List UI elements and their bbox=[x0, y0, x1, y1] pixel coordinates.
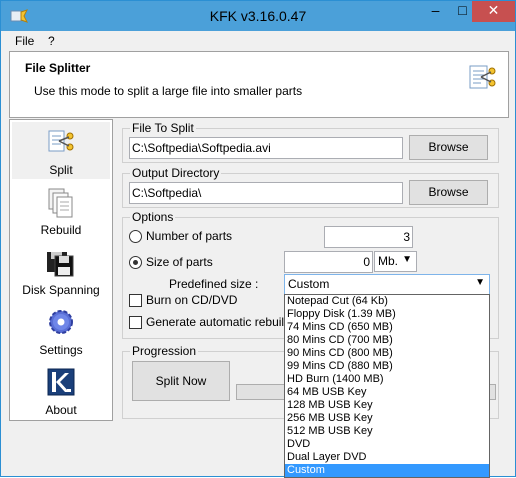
sidebar-item-label: Disk Spanning bbox=[22, 283, 100, 297]
mode-description: Use this mode to split a large file into… bbox=[34, 84, 303, 98]
sidebar-item-settings[interactable]: Settings bbox=[12, 302, 110, 359]
dropdown-option[interactable]: HD Burn (1400 MB) bbox=[285, 373, 489, 386]
predefined-size-dropdown: Notepad Cut (64 Kb) Floppy Disk (1.39 MB… bbox=[284, 294, 490, 478]
app-window: KFK v3.16.0.47 – □ ✕ File ? File Splitte… bbox=[0, 0, 516, 478]
sidebar-item-split[interactable]: Split bbox=[12, 122, 110, 179]
size-of-parts-label: Size of parts bbox=[146, 255, 213, 269]
menu-file[interactable]: File bbox=[15, 34, 34, 48]
sidebar-item-label: Rebuild bbox=[40, 223, 82, 237]
number-of-parts-label: Number of parts bbox=[146, 229, 233, 243]
output-directory-input[interactable]: C:\Softpedia\ bbox=[129, 182, 403, 204]
burn-label: Burn on CD/DVD bbox=[146, 293, 238, 307]
dropdown-option[interactable]: 64 MB USB Key bbox=[285, 386, 489, 399]
split-icon bbox=[48, 130, 74, 152]
sidebar-item-rebuild[interactable]: Rebuild bbox=[12, 182, 110, 239]
predefined-size-value: Custom bbox=[288, 277, 330, 291]
documents-icon bbox=[48, 188, 73, 218]
dropdown-option[interactable]: 256 MB USB Key bbox=[285, 412, 489, 425]
split-icon bbox=[469, 65, 496, 89]
dropdown-option[interactable]: Dual Layer DVD bbox=[285, 451, 489, 464]
sidebar-item-label: About bbox=[45, 403, 77, 417]
floppy-disk-icon bbox=[47, 252, 74, 277]
size-unit-select[interactable]: Mb. ▼ bbox=[374, 251, 417, 272]
file-to-split-label: File To Split bbox=[130, 121, 196, 135]
burn-checkbox[interactable] bbox=[129, 294, 142, 307]
dropdown-option[interactable]: 74 Mins CD (650 MB) bbox=[285, 321, 489, 334]
dropdown-option[interactable]: Floppy Disk (1.39 MB) bbox=[285, 308, 489, 321]
close-button[interactable]: ✕ bbox=[472, 1, 515, 22]
dropdown-option[interactable]: 512 MB USB Key bbox=[285, 425, 489, 438]
browse-output-button[interactable]: Browse bbox=[409, 180, 488, 205]
browse-file-button[interactable]: Browse bbox=[409, 135, 488, 160]
dropdown-option[interactable]: Notepad Cut (64 Kb) bbox=[285, 295, 489, 308]
mode-title: File Splitter bbox=[25, 61, 91, 75]
dropdown-option[interactable]: 99 Mins CD (880 MB) bbox=[285, 360, 489, 373]
about-icon bbox=[47, 368, 75, 396]
dropdown-option[interactable]: DVD bbox=[285, 438, 489, 451]
size-of-parts-radio[interactable] bbox=[129, 256, 142, 269]
chevron-down-icon: ▼ bbox=[475, 277, 485, 288]
predefined-size-label: Predefined size : bbox=[169, 277, 259, 291]
sidebar-item-disk-spanning[interactable]: Disk Spanning bbox=[12, 242, 110, 299]
gear-icon bbox=[49, 310, 73, 334]
title-bar[interactable]: KFK v3.16.0.47 – □ ✕ bbox=[1, 1, 515, 31]
dropdown-option-selected[interactable]: Custom bbox=[285, 464, 489, 477]
mode-header: File Splitter Use this mode to split a l… bbox=[9, 51, 509, 118]
sidebar-item-about[interactable]: About bbox=[12, 362, 110, 419]
minimize-button[interactable]: – bbox=[422, 1, 449, 22]
sidebar-item-label: Split bbox=[49, 163, 73, 177]
size-unit-value: Mb. bbox=[378, 254, 399, 268]
menu-help[interactable]: ? bbox=[48, 34, 55, 48]
predefined-size-select[interactable]: Custom ▼ bbox=[284, 274, 490, 295]
menu-bar: File ? bbox=[1, 31, 515, 50]
dropdown-option[interactable]: 128 MB USB Key bbox=[285, 399, 489, 412]
number-of-parts-radio[interactable] bbox=[129, 230, 142, 243]
file-to-split-input[interactable]: C:\Softpedia\Softpedia.avi bbox=[129, 137, 403, 159]
progression-label: Progression bbox=[130, 344, 199, 358]
options-label: Options bbox=[130, 210, 176, 224]
number-of-parts-input[interactable]: 3 bbox=[324, 226, 413, 248]
mode-sidebar: Split Rebuild Disk Spanning Settings Abo… bbox=[9, 119, 113, 421]
output-directory-label: Output Directory bbox=[130, 166, 222, 180]
size-of-parts-input[interactable]: 0 bbox=[284, 251, 373, 273]
dropdown-option[interactable]: 90 Mins CD (800 MB) bbox=[285, 347, 489, 360]
generate-rebuild-checkbox[interactable] bbox=[129, 316, 142, 329]
chevron-down-icon: ▼ bbox=[402, 254, 412, 265]
split-now-button[interactable]: Split Now bbox=[132, 361, 230, 401]
sidebar-item-label: Settings bbox=[39, 343, 83, 357]
dropdown-option[interactable]: 80 Mins CD (700 MB) bbox=[285, 334, 489, 347]
